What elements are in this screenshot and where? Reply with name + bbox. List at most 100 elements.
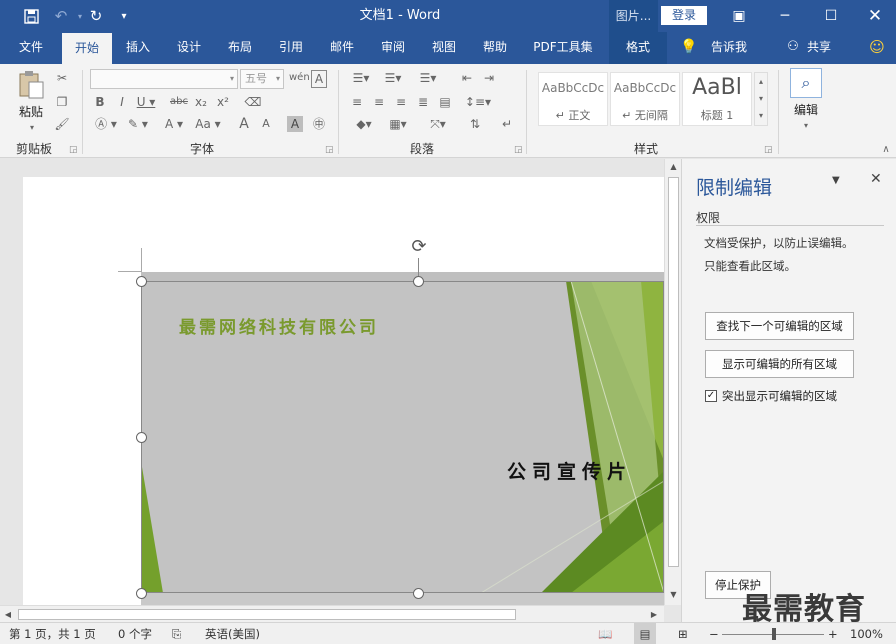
ribbon-display-options-icon[interactable]: ▣: [716, 0, 762, 32]
font-size-combo[interactable]: 五号 ▾: [240, 69, 284, 89]
maximize-icon[interactable]: ☐: [808, 0, 854, 32]
checkbox-checked-icon[interactable]: ✓: [705, 390, 717, 402]
pane-options-icon[interactable]: ▼: [832, 175, 840, 186]
print-layout-icon[interactable]: ▤: [634, 623, 656, 644]
style-normal[interactable]: AaBbCcDc ↵ 正文: [538, 72, 608, 126]
clipboard-launcher-icon[interactable]: ◲: [69, 145, 78, 155]
enclose-characters-icon[interactable]: A: [311, 70, 327, 88]
font-launcher-icon[interactable]: ◲: [325, 145, 334, 155]
horizontal-scrollbar[interactable]: ◀ ▶: [0, 605, 664, 622]
scroll-down-icon[interactable]: ▼: [665, 587, 682, 603]
page-count[interactable]: 第 1 页，共 1 页: [9, 623, 96, 644]
copy-icon[interactable]: ❐: [54, 94, 70, 110]
sort-icon[interactable]: ⇅: [466, 116, 484, 132]
rotate-handle-icon[interactable]: ⟳: [408, 236, 430, 258]
scroll-up-icon[interactable]: ▲: [665, 159, 682, 175]
style-heading-1[interactable]: AaBl 标题 1: [682, 72, 752, 126]
paste-icon[interactable]: [16, 70, 46, 100]
find-next-editable-button[interactable]: 查找下一个可编辑的区域: [705, 312, 854, 340]
paste-dropdown-icon[interactable]: ▾: [26, 120, 38, 136]
shading-icon[interactable]: ◆▾: [350, 116, 378, 132]
phonetic-guide-icon[interactable]: wén: [289, 70, 310, 86]
distributed-icon[interactable]: ▤: [436, 94, 454, 110]
language-indicator[interactable]: 英语(美国): [205, 623, 260, 644]
strikethrough-icon[interactable]: abc: [168, 94, 190, 110]
resize-handle-top-left[interactable]: [136, 276, 147, 287]
tab-home[interactable]: 开始: [62, 32, 112, 64]
editing-button-label[interactable]: 编辑: [786, 102, 826, 118]
pane-close-icon[interactable]: ✕: [870, 171, 882, 187]
format-painter-icon[interactable]: 🖌: [54, 116, 70, 132]
bold-icon[interactable]: B: [92, 94, 108, 110]
align-right-icon[interactable]: ≡: [392, 94, 410, 110]
cut-icon[interactable]: ✂: [54, 70, 70, 86]
redo-icon[interactable]: ↻: [82, 0, 110, 32]
tab-insert[interactable]: 插入: [116, 32, 160, 64]
zoom-level[interactable]: 100%: [850, 623, 883, 644]
horizontal-scroll-thumb[interactable]: [18, 609, 516, 620]
smiley-feedback-icon[interactable]: ☺: [866, 32, 888, 64]
login-button[interactable]: 登录: [661, 6, 707, 25]
read-mode-icon[interactable]: 📖: [598, 623, 612, 644]
business-card-image[interactable]: 最需网络科技有限公司 公司宣传片: [141, 281, 664, 593]
zoom-slider-thumb[interactable]: [772, 628, 776, 640]
tab-help[interactable]: 帮助: [472, 32, 518, 64]
tab-design[interactable]: 设计: [166, 32, 212, 64]
style-no-spacing[interactable]: AaBbCcDc ↵ 无间隔: [610, 72, 680, 126]
tab-pdf-tools[interactable]: PDF工具集: [524, 32, 602, 64]
customize-quick-access-icon[interactable]: ▾: [110, 0, 138, 32]
character-shading-icon[interactable]: A: [287, 116, 303, 132]
grow-font-icon[interactable]: A: [236, 116, 252, 132]
tab-references[interactable]: 引用: [268, 32, 314, 64]
chinese-layout-icon[interactable]: ⤧▾: [424, 116, 452, 132]
styles-scroll-icon[interactable]: ▴ ▾ ▾: [754, 72, 768, 126]
styles-launcher-icon[interactable]: ◲: [764, 145, 773, 155]
web-layout-icon[interactable]: ⊞: [678, 623, 688, 644]
picture-tools-context-tab[interactable]: 图片...: [609, 0, 658, 32]
justify-icon[interactable]: ≣: [414, 94, 432, 110]
superscript-icon[interactable]: x²: [214, 94, 232, 110]
collapse-ribbon-icon[interactable]: ∧: [878, 142, 894, 158]
scroll-left-icon[interactable]: ◀: [0, 606, 16, 623]
scroll-right-icon[interactable]: ▶: [646, 606, 662, 623]
show-all-editable-button[interactable]: 显示可编辑的所有区域: [705, 350, 854, 378]
tell-me-search[interactable]: 告诉我: [706, 32, 752, 64]
line-spacing-icon[interactable]: ↕≡▾: [464, 94, 492, 110]
underline-icon[interactable]: U ▾: [136, 94, 156, 110]
font-name-combo[interactable]: ▾: [90, 69, 238, 89]
resize-handle-top[interactable]: [413, 276, 424, 287]
share-button[interactable]: 共享: [802, 32, 836, 64]
font-color-icon[interactable]: A ▾: [160, 116, 188, 132]
tab-view[interactable]: 视图: [421, 32, 467, 64]
decrease-indent-icon[interactable]: ⇤: [458, 70, 476, 86]
borders-icon[interactable]: ▦▾: [384, 116, 412, 132]
italic-icon[interactable]: I: [114, 94, 130, 110]
editing-dropdown-icon[interactable]: ▾: [800, 118, 812, 134]
tab-format[interactable]: 格式: [609, 32, 667, 64]
change-case-icon[interactable]: Aa ▾: [192, 116, 224, 132]
shrink-font-icon[interactable]: A: [258, 116, 274, 132]
subscript-icon[interactable]: x₂: [192, 94, 210, 110]
vertical-scrollbar[interactable]: ▲ ▼: [664, 159, 681, 605]
bullets-icon[interactable]: ☰▾: [348, 70, 374, 86]
close-window-icon[interactable]: ✕: [852, 0, 896, 32]
align-center-icon[interactable]: ≡: [370, 94, 388, 110]
save-icon[interactable]: [17, 0, 45, 32]
tab-layout[interactable]: 布局: [217, 32, 263, 64]
vertical-scroll-thumb[interactable]: [668, 177, 679, 567]
clear-formatting-icon[interactable]: ⌫: [244, 94, 262, 110]
enclosed-character-icon[interactable]: ㊥: [310, 116, 328, 132]
word-count[interactable]: 0 个字: [118, 623, 152, 644]
text-effects-icon[interactable]: Ⓐ ▾: [92, 116, 120, 132]
show-marks-icon[interactable]: ↵: [498, 116, 516, 132]
resize-handle-bottom[interactable]: [413, 588, 424, 599]
resize-handle-bottom-left[interactable]: [136, 588, 147, 599]
increase-indent-icon[interactable]: ⇥: [480, 70, 498, 86]
paste-button-label[interactable]: 粘贴: [14, 104, 48, 120]
paragraph-launcher-icon[interactable]: ◲: [514, 145, 523, 155]
highlight-editable-checkbox[interactable]: ✓ 突出显示可编辑的区域: [705, 388, 837, 404]
proofing-icon[interactable]: ⎘: [172, 623, 181, 644]
zoom-in-icon[interactable]: +: [828, 623, 838, 644]
tab-review[interactable]: 审阅: [370, 32, 416, 64]
numbering-icon[interactable]: ☰▾: [380, 70, 406, 86]
